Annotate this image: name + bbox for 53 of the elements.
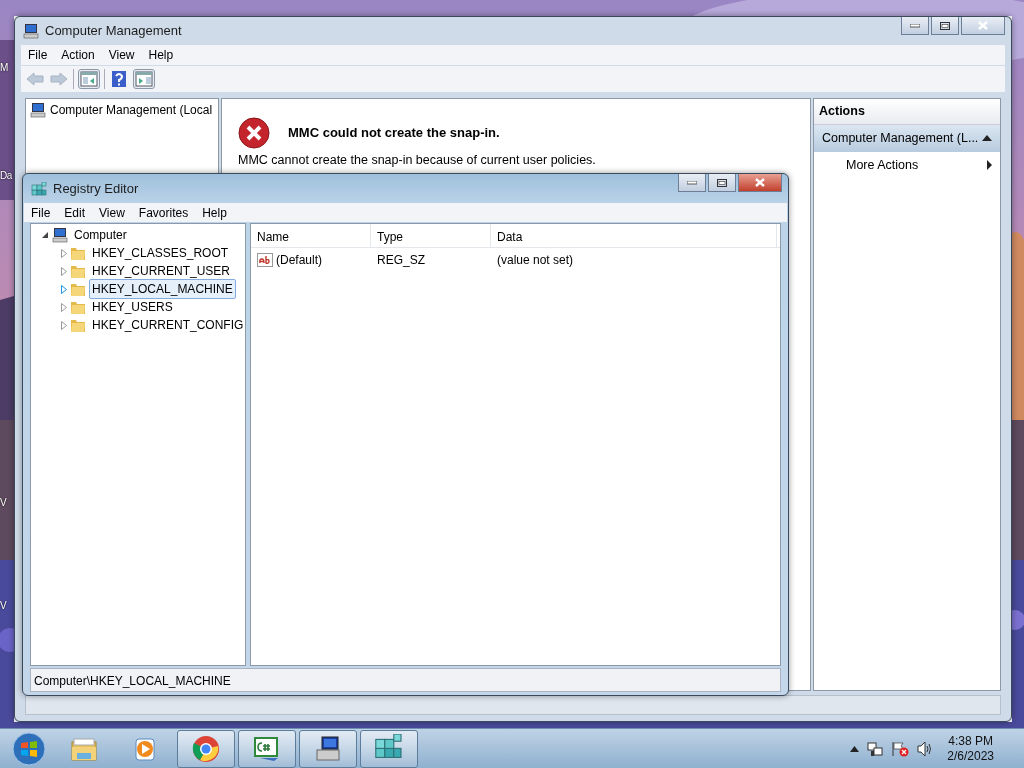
tree-item[interactable]: HKEY_USERS	[89, 297, 176, 317]
minimize-icon	[910, 23, 920, 28]
error-icon	[238, 117, 270, 149]
tree-item[interactable]: HKEY_CURRENT_USER	[89, 261, 234, 281]
folder-icon	[70, 281, 86, 297]
folder-icon	[70, 245, 86, 261]
taskbar-app-button[interactable]	[360, 729, 418, 768]
show-hidden-icons-arrow-icon[interactable]	[850, 745, 860, 752]
tree-item[interactable]: HKEY_LOCAL_MACHINE	[89, 279, 236, 299]
flag-warning-icon[interactable]	[891, 740, 910, 757]
close-button[interactable]	[738, 174, 782, 192]
folder-icon	[70, 263, 86, 279]
table-cell-text: (Default)	[276, 252, 322, 269]
folder-icon	[70, 317, 86, 333]
submenu-arrow-icon	[987, 159, 992, 170]
pane-header: Actions	[814, 99, 1000, 125]
close-icon	[978, 21, 988, 30]
tree-item[interactable]: HKEY_CLASSES_ROOT	[89, 243, 232, 263]
windows-logo-icon	[12, 731, 46, 766]
string-value-icon	[257, 253, 273, 267]
error-message: MMC cannot create the snap-in because of current user policies.	[238, 152, 597, 169]
menu-item[interactable]: Edit	[57, 203, 93, 222]
clock[interactable]: 4:38 PM 2/6/2023	[947, 733, 994, 764]
column-header[interactable]: Data	[491, 224, 777, 247]
table-cell-text: (value not set)	[496, 252, 575, 269]
computer-icon	[52, 227, 68, 243]
window-title: Registry Editor	[53, 179, 139, 198]
minimize-icon	[687, 180, 697, 185]
window-title: Computer Management	[45, 22, 182, 41]
menu-item[interactable]: Help	[195, 203, 234, 222]
browser-icon	[191, 733, 221, 764]
maximize-icon	[717, 178, 727, 187]
computer-icon	[30, 102, 46, 118]
column-header[interactable]: Name	[251, 224, 371, 247]
network-icon[interactable]	[867, 740, 884, 757]
status-bar: Computer\HKEY_LOCAL_MACHINE	[30, 668, 781, 692]
maximize-icon	[940, 21, 950, 30]
speaker-icon[interactable]	[917, 740, 934, 757]
maximize-button[interactable]	[708, 174, 736, 192]
column-header[interactable]: Type	[371, 224, 491, 247]
table-cell-text: REG_SZ	[376, 252, 426, 269]
close-icon	[755, 178, 765, 187]
tree-item[interactable]: HKEY_CURRENT_CONFIG	[89, 315, 247, 335]
menu-item[interactable]: View	[92, 203, 132, 222]
folder-icon	[70, 299, 86, 315]
registry-icon	[31, 181, 47, 196]
menu-item[interactable]: Favorites	[131, 203, 196, 222]
computer-management-icon	[313, 733, 343, 764]
taskbar-app-button[interactable]	[299, 729, 357, 768]
computer-icon	[23, 23, 39, 39]
tree-item[interactable]: Computer	[71, 225, 130, 245]
menu-item[interactable]: File	[24, 203, 58, 222]
error-title: MMC could not create the snap-in.	[288, 124, 500, 143]
